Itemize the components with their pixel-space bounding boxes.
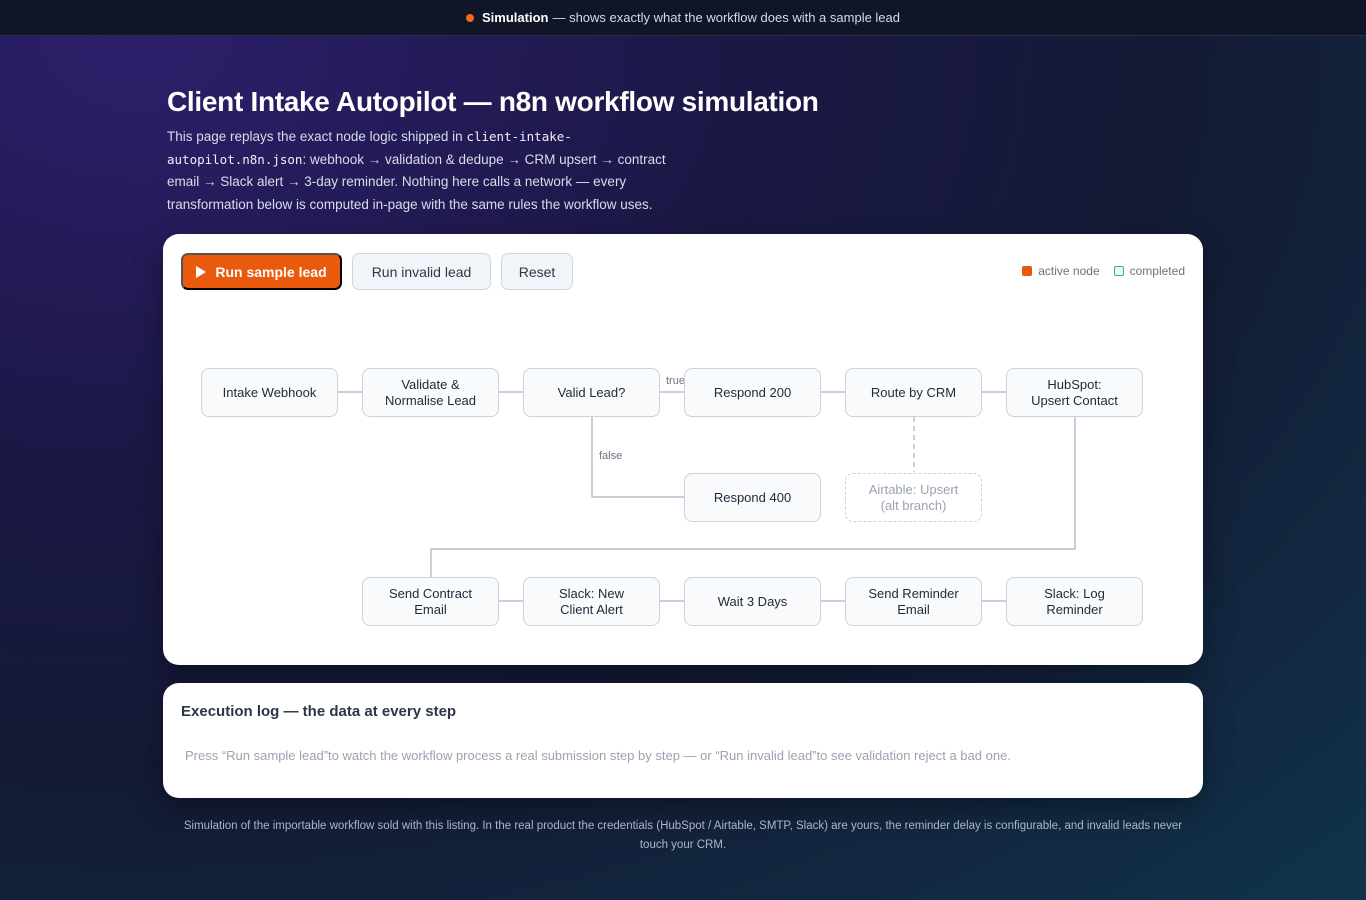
page-title: Client Intake Autopilot — n8n workflow s… <box>167 86 819 117</box>
workflow-canvas-card: Run sample lead Run invalid lead Reset a… <box>163 234 1203 665</box>
node-wait-3-days[interactable]: Wait 3 Days <box>684 577 821 626</box>
banner-label: Simulation <box>482 10 549 25</box>
execution-log-card: Execution log — the data at every step P… <box>163 683 1203 798</box>
node-slack-new-client[interactable]: Slack: New Client Alert <box>523 577 660 626</box>
node-hubspot-upsert[interactable]: HubSpot: Upsert Contact <box>1006 368 1143 417</box>
node-respond-200[interactable]: Respond 200 <box>684 368 821 417</box>
node-route-by-crm[interactable]: Route by CRM <box>845 368 982 417</box>
edge-label-false: false <box>599 450 623 462</box>
footer-note: Simulation of the importable workflow so… <box>183 820 1183 851</box>
status-dot-icon <box>466 13 474 22</box>
node-intake-webhook[interactable]: Intake Webhook <box>201 368 338 417</box>
node-slack-log-reminder[interactable]: Slack: Log Reminder <box>1006 577 1143 626</box>
simulation-banner: Simulation — shows exactly what the work… <box>0 0 1366 36</box>
node-valid-lead-check[interactable]: Valid Lead? <box>523 368 660 417</box>
page-intro: This page replays the exact node logic s… <box>167 126 697 216</box>
intro-text-start: This page replays the exact node logic s… <box>167 129 467 144</box>
node-send-contract-email[interactable]: Send Contract Email <box>362 577 499 626</box>
node-validate-normalise[interactable]: Validate & Normalise Lead <box>362 368 499 417</box>
banner-text: — shows exactly what the workflow does w… <box>552 10 900 25</box>
execution-log-placeholder: Press “Run sample lead”to watch the work… <box>185 748 1011 763</box>
node-respond-400[interactable]: Respond 400 <box>684 473 821 522</box>
edge-label-true: true <box>666 375 685 387</box>
node-airtable-upsert[interactable]: Airtable: Upsert (alt branch) <box>845 473 982 522</box>
node-send-reminder-email[interactable]: Send Reminder Email <box>845 577 982 626</box>
execution-log-title: Execution log — the data at every step <box>181 703 457 720</box>
